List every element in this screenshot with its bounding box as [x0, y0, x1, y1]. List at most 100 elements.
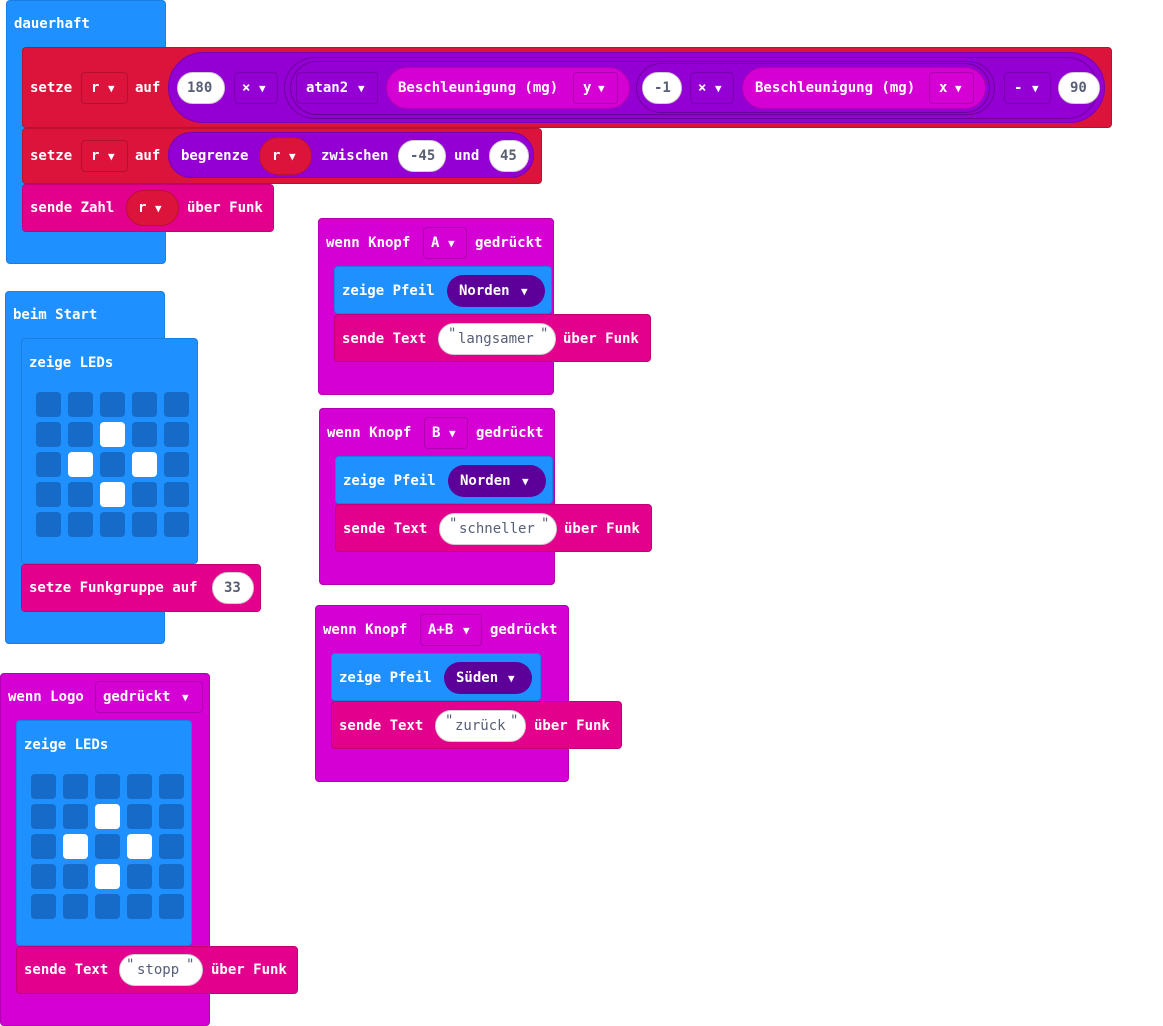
led-cell[interactable] [68, 482, 93, 507]
led-cell[interactable] [132, 452, 157, 477]
button-value: A [431, 235, 440, 251]
led-cell[interactable] [164, 482, 189, 507]
led-cell[interactable] [127, 774, 152, 799]
and-label: und [454, 148, 480, 164]
acceleration-label: Beschleunigung (mg) [755, 80, 916, 96]
send-number-label: sende Zahl [30, 200, 115, 216]
led-cell[interactable] [63, 834, 88, 859]
atan2-label: atan2 [306, 80, 349, 96]
variable-dropdown-r[interactable] [81, 72, 128, 104]
forever-label: dauerhaft [14, 16, 90, 32]
led-cell[interactable] [31, 894, 56, 919]
led-cell[interactable] [36, 512, 61, 537]
led-cell[interactable] [63, 774, 88, 799]
led-cell[interactable] [159, 774, 184, 799]
chevron-down-icon: ▼ [522, 475, 529, 488]
quote-open: " [126, 957, 135, 973]
led-cell[interactable] [31, 804, 56, 829]
when-logo-label: wenn Logo [8, 689, 84, 705]
led-cell[interactable] [132, 512, 157, 537]
led-cell[interactable] [100, 422, 125, 447]
led-cell[interactable] [68, 512, 93, 537]
led-cell[interactable] [63, 894, 88, 919]
led-cell[interactable] [100, 482, 125, 507]
led-cell[interactable] [68, 422, 93, 447]
axis-dropdown-y[interactable] [573, 72, 618, 104]
send-text-label: sende Text [342, 331, 427, 347]
variable-reporter-r[interactable] [126, 190, 179, 226]
quote-close: " [540, 326, 549, 342]
direction-value: Norden [459, 283, 510, 299]
on-start-label: beim Start [13, 307, 98, 323]
variable-name: r [138, 200, 147, 216]
led-cell[interactable] [164, 422, 189, 447]
led-cell[interactable] [100, 512, 125, 537]
operator-dropdown[interactable] [690, 72, 734, 104]
operator-dropdown-minus[interactable] [1004, 72, 1051, 104]
led-grid[interactable] [31, 774, 191, 934]
chevron-down-icon: ▼ [463, 624, 470, 637]
led-cell[interactable] [164, 392, 189, 417]
led-cell[interactable] [159, 894, 184, 919]
led-cell[interactable] [159, 864, 184, 889]
button-dropdown[interactable] [424, 417, 468, 449]
led-cell[interactable] [132, 482, 157, 507]
led-cell[interactable] [31, 774, 56, 799]
led-cell[interactable] [36, 422, 61, 447]
chevron-down-icon: ▼ [508, 672, 515, 685]
number-value: -45 [410, 148, 436, 164]
chevron-down-icon: ▼ [1032, 82, 1039, 95]
led-cell[interactable] [36, 452, 61, 477]
button-dropdown[interactable] [423, 227, 467, 259]
show-arrow-label: zeige Pfeil [342, 283, 435, 299]
led-cell[interactable] [36, 482, 61, 507]
chevron-down-icon: ▼ [955, 82, 962, 95]
led-cell[interactable] [132, 422, 157, 447]
button-value: B [432, 425, 441, 441]
quote-close: " [541, 516, 550, 532]
led-cell[interactable] [95, 864, 120, 889]
number-value: 180 [187, 80, 213, 96]
led-cell[interactable] [95, 774, 120, 799]
led-cell[interactable] [95, 834, 120, 859]
variable-dropdown-r[interactable] [81, 140, 128, 172]
led-cell[interactable] [100, 392, 125, 417]
led-cell[interactable] [132, 392, 157, 417]
chevron-down-icon: ▼ [598, 82, 605, 95]
led-cell[interactable] [31, 834, 56, 859]
axis-dropdown-x[interactable] [929, 72, 974, 104]
led-cell[interactable] [63, 804, 88, 829]
led-cell[interactable] [159, 804, 184, 829]
variable-reporter-r[interactable] [259, 137, 312, 175]
chevron-down-icon: ▼ [108, 150, 115, 163]
show-arrow-label: zeige Pfeil [339, 670, 432, 686]
show-leds-label: zeige LEDs [29, 355, 114, 371]
led-cell[interactable] [164, 452, 189, 477]
led-cell[interactable] [159, 834, 184, 859]
led-cell[interactable] [127, 804, 152, 829]
chevron-down-icon: ▼ [521, 285, 528, 298]
led-cell[interactable] [127, 834, 152, 859]
led-cell[interactable] [164, 512, 189, 537]
pressed-label: gedrückt [476, 425, 544, 441]
led-cell[interactable] [127, 864, 152, 889]
led-cell[interactable] [95, 804, 120, 829]
pressed-label: gedrückt [475, 235, 543, 251]
led-cell[interactable] [95, 894, 120, 919]
send-text-label: sende Text [343, 521, 428, 537]
quote-open: " [449, 516, 458, 532]
led-cell[interactable] [63, 864, 88, 889]
text-value: stopp [137, 962, 180, 978]
led-grid[interactable] [36, 392, 196, 552]
when-button-label: wenn Knopf [327, 425, 412, 441]
led-cell[interactable] [100, 452, 125, 477]
led-cell[interactable] [31, 864, 56, 889]
led-cell[interactable] [68, 392, 93, 417]
led-cell[interactable] [68, 452, 93, 477]
led-cell[interactable] [36, 392, 61, 417]
chevron-down-icon: ▼ [259, 82, 266, 95]
led-cell[interactable] [127, 894, 152, 919]
times-operator: × [698, 80, 707, 96]
operator-dropdown[interactable] [234, 72, 278, 104]
direction-value: Süden [456, 670, 499, 686]
